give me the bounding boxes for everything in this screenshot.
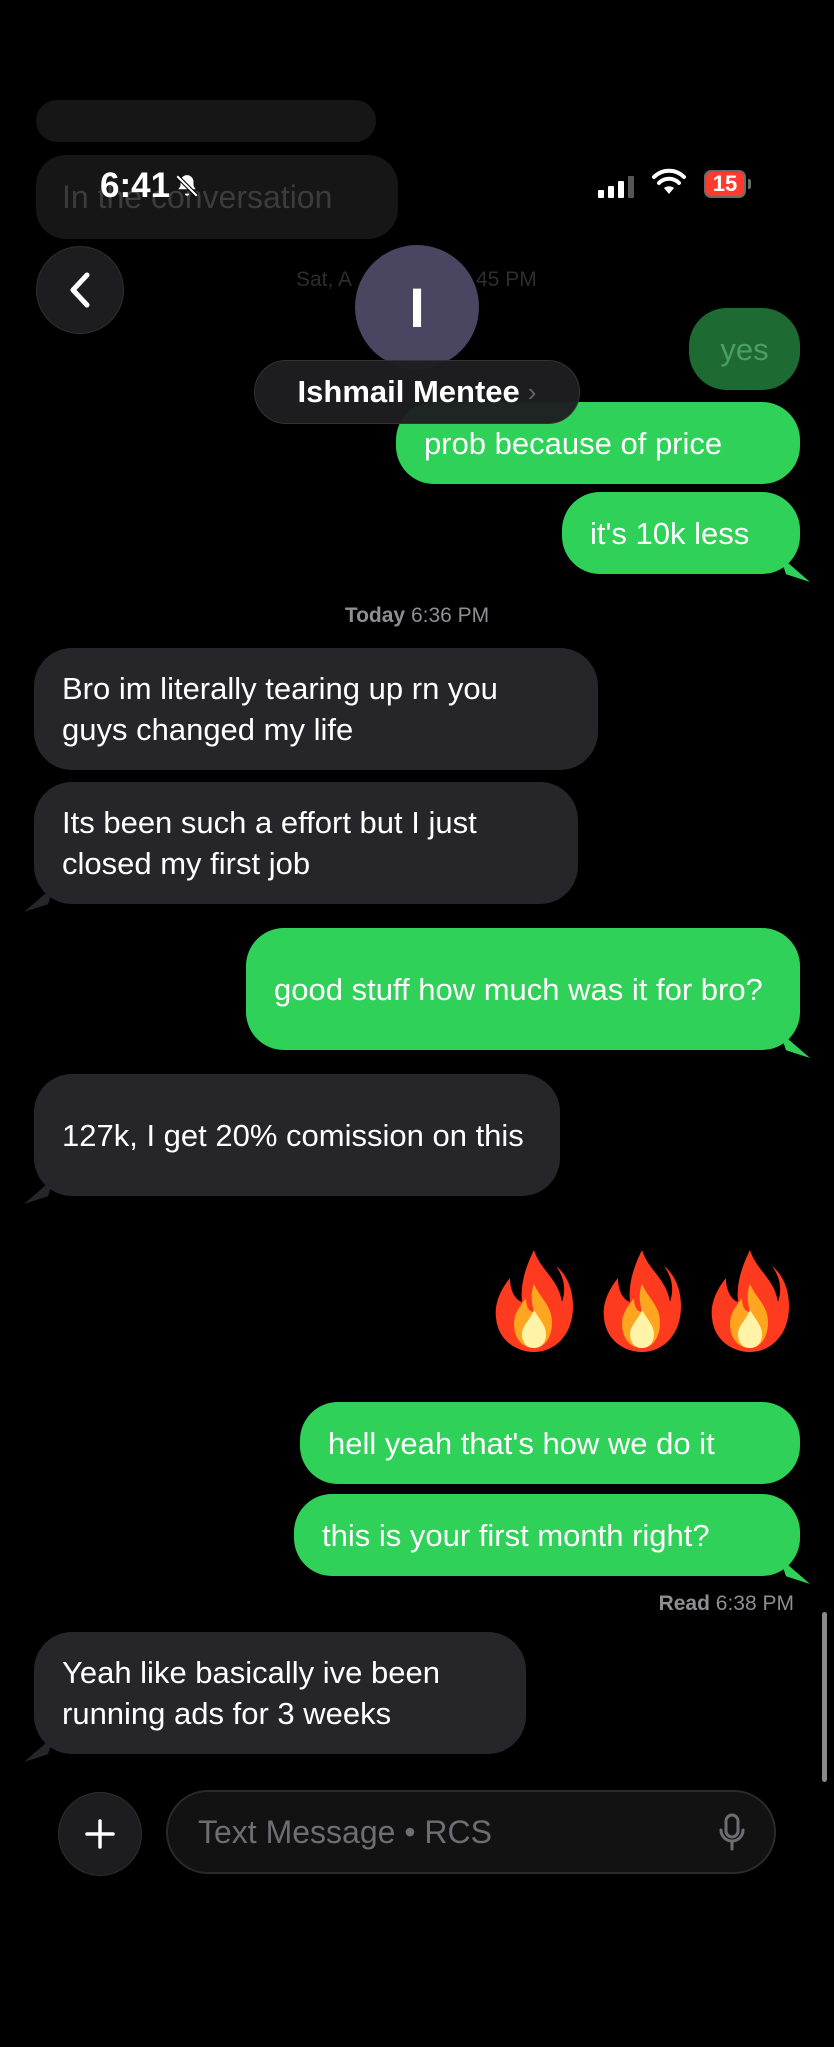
- bell-slash-icon: [175, 174, 199, 198]
- message-bubble-received[interactable]: Its been such a effort but I just closed…: [34, 782, 578, 904]
- scrollbar[interactable]: [822, 1612, 827, 1782]
- avatar-initial: I: [409, 275, 425, 339]
- message-text: Bro im literally tearing up rn you guys …: [62, 671, 498, 747]
- back-button[interactable]: [36, 246, 124, 334]
- message-text: good stuff how much was it for bro?: [274, 971, 763, 1007]
- cellular-signal-icon: [598, 176, 634, 198]
- status-time: 6:41: [100, 166, 200, 206]
- fire-icon: [495, 1250, 573, 1352]
- message-bubble-sent[interactable]: 🔥🔥🔥: [484, 1244, 804, 1356]
- message-text: 127k, I get 20% comission on this: [62, 1117, 524, 1153]
- timestamp-time: 6:36 PM: [410, 604, 490, 627]
- read-time: 6:38 PM: [715, 1592, 794, 1615]
- chevron-right-icon: ›: [527, 376, 537, 407]
- message-text: prob because of price: [424, 425, 723, 461]
- message-bubble-received[interactable]: Yeah like basically ive been running ads…: [34, 1632, 526, 1754]
- message-bubble-received[interactable]: Bro im literally tearing up rn you guys …: [34, 648, 598, 770]
- background-conversation-label: In the conversation: [36, 155, 398, 239]
- message-bubble-sent[interactable]: it's 10k less: [562, 492, 800, 574]
- message-bubble-sent[interactable]: hell yeah that's how we do it: [300, 1402, 800, 1484]
- message-text: Yeah like basically ive been running ads…: [62, 1655, 440, 1731]
- message-bubble-received[interactable]: 127k, I get 20% comission on this: [34, 1074, 560, 1196]
- fire-icon: [711, 1250, 789, 1352]
- read-label: Read: [658, 1592, 710, 1615]
- timestamp-today: Today 6:36 PM: [0, 604, 834, 628]
- add-attachment-button[interactable]: [58, 1792, 142, 1876]
- message-text: yes: [720, 331, 769, 367]
- contact-name-button[interactable]: Ishmail Mentee ›: [254, 360, 580, 424]
- background-message-fragment: [36, 100, 376, 142]
- wifi-icon: [652, 168, 686, 194]
- battery-indicator: 15: [704, 170, 746, 198]
- message-bubble-sent[interactable]: good stuff how much was it for bro?: [246, 928, 800, 1050]
- chevron-left-icon: [70, 272, 90, 308]
- background-date-fragment: Sat, A: [296, 268, 353, 291]
- message-input[interactable]: [196, 1812, 718, 1852]
- message-text: this is your first month right?: [322, 1517, 710, 1553]
- message-text: it's 10k less: [590, 515, 750, 551]
- read-receipt: Read 6:38 PM: [520, 1592, 794, 1616]
- timestamp-label: Today: [344, 604, 406, 627]
- message-input-field[interactable]: [166, 1790, 776, 1874]
- plus-icon: [85, 1819, 115, 1849]
- battery-nub: [748, 179, 751, 189]
- background-time-fragment: 45 PM: [476, 268, 537, 291]
- contact-name: Ishmail Mentee: [297, 374, 520, 409]
- message-text: hell yeah that's how we do it: [328, 1425, 715, 1461]
- message-text: Its been such a effort but I just closed…: [62, 805, 477, 881]
- battery-level: 15: [712, 171, 738, 196]
- message-bubble-sent[interactable]: yes: [689, 308, 800, 390]
- message-bubble-sent[interactable]: this is your first month right?: [294, 1494, 800, 1576]
- status-time-text: 6:41: [100, 166, 171, 205]
- microphone-icon[interactable]: [718, 1812, 746, 1852]
- fire-icon: [603, 1250, 681, 1352]
- message-text: 🔥🔥🔥: [484, 1244, 485, 1245]
- avatar[interactable]: I: [355, 245, 479, 369]
